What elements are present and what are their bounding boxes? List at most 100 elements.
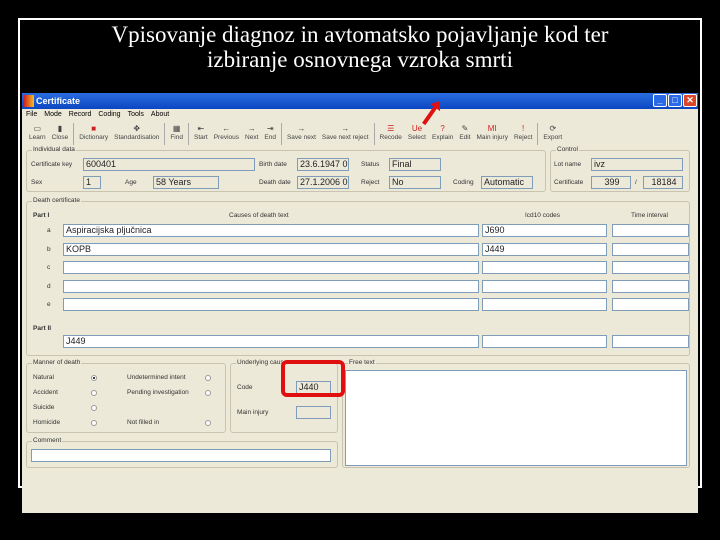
toolbar-select-button[interactable]: Ue Select xyxy=(405,123,429,145)
status-label: Status xyxy=(361,161,380,168)
part-2-code[interactable] xyxy=(482,335,607,348)
toolbar-label: Dictionary xyxy=(79,134,109,141)
menu-mode[interactable]: Mode xyxy=(44,111,62,118)
toolbar-label: Save next reject xyxy=(321,134,369,141)
cause-text-field[interactable] xyxy=(63,279,479,293)
toolbar-main-injury-button[interactable]: MI Main injury xyxy=(474,123,511,145)
maximize-button[interactable]: □ xyxy=(668,94,682,107)
toolbar-label: Start xyxy=(193,134,208,141)
main-injury-icon: MI xyxy=(487,124,497,133)
death-certificate-group: Death certificate Part I Causes of death… xyxy=(26,197,690,356)
toolbar-recode-button[interactable]: ☰ Recode xyxy=(377,123,405,145)
time-interval-field[interactable] xyxy=(612,224,689,237)
certificate-total: 18184 xyxy=(643,176,683,189)
standardisation-icon: ✥ xyxy=(133,124,141,133)
menu-file[interactable]: File xyxy=(26,111,37,118)
toolbar-label: Export xyxy=(543,134,563,141)
time-interval-field[interactable] xyxy=(612,242,689,256)
toolbar-save-next-reject-button[interactable]: → Save next reject xyxy=(319,123,372,145)
manner-label: Not filled in xyxy=(127,419,160,426)
death-date-field[interactable]: 27.1.2006 0 xyxy=(297,176,349,189)
toolbar-dictionary-button[interactable]: ■ Dictionary xyxy=(76,123,111,145)
toolbar-find-button[interactable]: ▦ Find xyxy=(167,123,186,145)
group-label: Comment xyxy=(32,437,63,444)
menu-coding[interactable]: Coding xyxy=(98,111,120,118)
end-icon: ⇥ xyxy=(266,124,274,133)
reject-field[interactable]: No xyxy=(389,176,441,189)
toolbar-label: Previous xyxy=(213,134,240,141)
coding-field[interactable]: Automatic xyxy=(481,176,533,189)
reject-label: Reject xyxy=(361,179,380,186)
icd-code-field[interactable] xyxy=(482,261,607,274)
cert-key-field[interactable]: 600401 xyxy=(83,158,255,171)
time-interval-field[interactable] xyxy=(612,279,689,293)
cause-text-field[interactable]: Aspiracijska pljučnica xyxy=(63,224,479,237)
menu-bar: File Mode Record Coding Tools About xyxy=(26,111,176,118)
status-field[interactable]: Final xyxy=(389,158,441,171)
manner-radio[interactable] xyxy=(91,420,97,426)
toolbar-learn-button[interactable]: ▭ Learn xyxy=(26,123,49,145)
menu-tools[interactable]: Tools xyxy=(128,111,144,118)
recode-icon: ☰ xyxy=(387,124,395,133)
cause-text-field[interactable]: KOPB xyxy=(63,242,479,256)
toolbar-label: End xyxy=(264,134,276,141)
individual-data-group: Individual data Certificate key 600401 S… xyxy=(26,146,546,192)
time-interval-field[interactable] xyxy=(612,261,689,274)
cause-text-field[interactable] xyxy=(63,261,479,274)
toolbar-start-button[interactable]: ⇤ Start xyxy=(191,123,211,145)
toolbar-separator xyxy=(73,123,75,145)
menu-about[interactable]: About xyxy=(151,111,169,118)
manner-radio[interactable] xyxy=(205,390,211,396)
manner-radio[interactable] xyxy=(205,375,211,381)
close-button[interactable]: ✕ xyxy=(683,94,697,107)
certificate-label: Certificate xyxy=(554,179,584,186)
toolbar-end-button[interactable]: ⇥ End xyxy=(261,123,279,145)
icd-code-field[interactable] xyxy=(482,298,607,311)
manner-radio[interactable] xyxy=(91,405,97,411)
toolbar-export-button[interactable]: ⟳ Export xyxy=(540,123,565,145)
time-interval-field[interactable] xyxy=(612,298,689,311)
toolbar-next-button[interactable]: → Next xyxy=(242,123,261,145)
toolbar-standardisation-button[interactable]: ✥ Standardisation xyxy=(111,123,162,145)
birth-date-field[interactable]: 23.6.1947 0 xyxy=(297,158,349,171)
icd-code-field[interactable] xyxy=(482,279,607,293)
manner-label: Pending investigation xyxy=(127,389,189,396)
toolbar-previous-button[interactable]: ← Previous xyxy=(211,123,242,145)
cause-text-field[interactable] xyxy=(63,298,479,311)
group-label: Death certificate xyxy=(32,197,81,204)
comment-field[interactable] xyxy=(31,449,331,462)
coding-label: Coding xyxy=(453,179,474,186)
toolbar-edit-button[interactable]: ✎ Edit xyxy=(456,123,473,145)
toolbar-save-next-button[interactable]: → Save next xyxy=(284,123,319,145)
part-2-field[interactable]: J449 xyxy=(63,335,479,348)
manner-radio[interactable] xyxy=(91,390,97,396)
toolbar-label: Find xyxy=(170,134,183,141)
icd-code-field[interactable]: J690 xyxy=(482,224,607,237)
free-text-area[interactable] xyxy=(345,370,687,466)
next-icon: → xyxy=(247,124,256,133)
manner-radio[interactable] xyxy=(91,375,97,381)
minimize-button[interactable]: _ xyxy=(653,94,667,107)
part-2-time[interactable] xyxy=(612,335,689,348)
menu-record[interactable]: Record xyxy=(69,111,92,118)
manner-of-death-group: Manner of death Natural Accident Suicide Ho… xyxy=(26,359,226,433)
toolbar-explain-button[interactable]: ? Explain xyxy=(429,123,456,145)
title-line-2: izbiranje osnovnega vzroka smrti xyxy=(207,47,513,72)
manner-radio[interactable] xyxy=(205,420,211,426)
comment-group: Comment xyxy=(26,437,338,468)
sex-field[interactable]: 1 xyxy=(83,176,101,189)
age-field[interactable]: 58 Years xyxy=(153,176,219,189)
toolbar-separator xyxy=(280,123,282,145)
birth-date-label: Birth date xyxy=(259,161,287,168)
learn-icon: ▭ xyxy=(33,124,42,133)
main-injury-field[interactable] xyxy=(296,406,331,419)
group-label: Free text xyxy=(348,359,376,366)
icd-code-field[interactable]: J449 xyxy=(482,242,607,256)
toolbar-label: Close xyxy=(51,134,69,141)
toolbar-close-button[interactable]: ▮ Close xyxy=(49,123,72,145)
window-title: Certificate xyxy=(36,96,81,106)
row-letter: a xyxy=(47,227,51,234)
toolbar-reject-button[interactable]: ! Reject xyxy=(511,123,535,145)
lot-name-field[interactable]: ivz xyxy=(591,158,683,171)
save-next-reject-icon: → xyxy=(341,124,350,133)
